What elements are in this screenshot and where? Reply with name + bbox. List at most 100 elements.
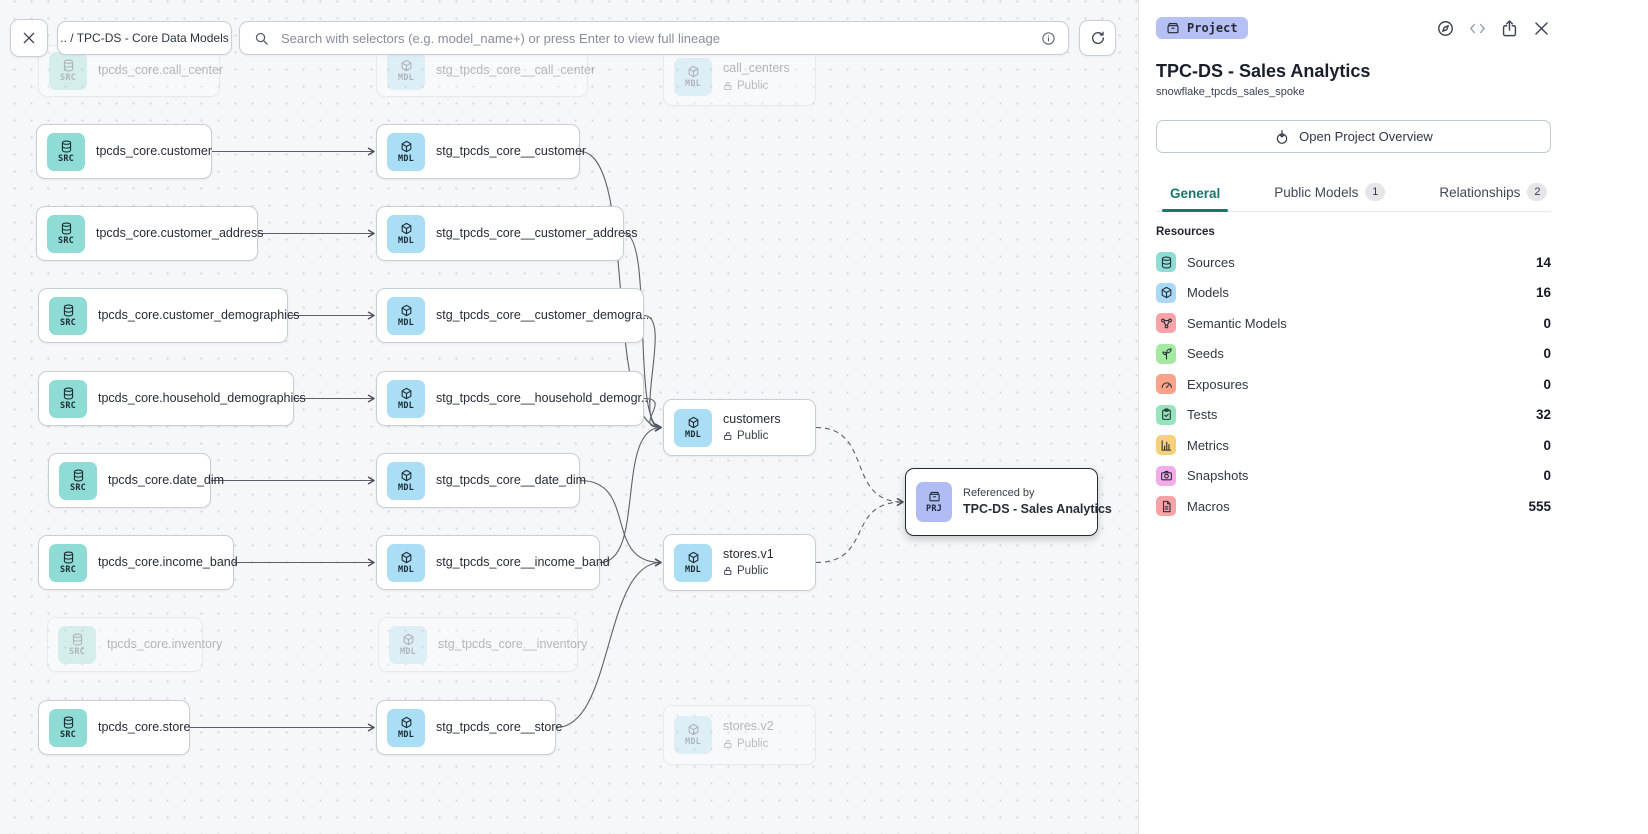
node-type-label: MDL [398,565,414,575]
resource-row-macros[interactable]: Macros 555 [1156,491,1551,522]
node-type-label: PRJ [926,504,942,514]
gauge-icon [1156,374,1176,394]
node-type-label: SRC [60,73,76,83]
close-panel-button[interactable] [1532,19,1551,38]
resource-count: 0 [1543,346,1551,361]
tab-public-models[interactable]: Public Models 1 [1260,177,1399,211]
lineage-node-pub_stores_v2[interactable]: MDL stores.v2 Public [663,705,816,765]
lock-open-icon [723,431,733,441]
cube-icon [687,723,700,736]
lineage-node-src_store[interactable]: SRC tpcds_core.store [38,700,190,755]
lineage-node-pub_customers[interactable]: MDL customers Public [663,399,816,456]
tab-relationships[interactable]: Relationships 2 [1425,177,1561,211]
resource-row-seeds[interactable]: Seeds 0 [1156,339,1551,370]
close-lineage-button[interactable] [10,19,48,57]
resource-row-tests[interactable]: Tests 32 [1156,400,1551,431]
resource-row-exposures[interactable]: Exposures 0 [1156,369,1551,400]
cube-icon [400,304,413,317]
node-title: stg_tpcds_core__household_demogr... [436,391,631,407]
resource-count: 0 [1543,316,1551,331]
database-icon [62,304,75,317]
lineage-node-src_customer[interactable]: SRC tpcds_core.customer [36,124,212,179]
breadcrumb[interactable]: .. / TPC-DS - Core Data Models [57,21,232,55]
open-overview-icon [1274,129,1290,145]
node-type-label: SRC [58,236,74,246]
node-title: stores.v1 [723,547,774,563]
project-details-panel: Project [1138,0,1648,834]
node-type-label: MDL [398,483,414,493]
node-title: call_centers [723,61,790,77]
resource-row-semantic-models[interactable]: Semantic Models 0 [1156,308,1551,339]
lineage-node-stg_customer_address[interactable]: MDL stg_tpcds_core__customer_address [376,206,624,261]
node-type-label: SRC [69,647,85,657]
node-title: tpcds_core.inventory [107,637,190,653]
cube-icon [400,387,413,400]
cube-icon [687,416,700,429]
database-icon [60,140,73,153]
resource-label: Semantic Models [1187,316,1287,331]
lineage-node-stg_income_band[interactable]: MDL stg_tpcds_core__income_band [376,535,600,590]
search-input[interactable] [279,30,1031,47]
resource-count: 14 [1536,255,1551,270]
resource-row-snapshots[interactable]: Snapshots 0 [1156,461,1551,492]
refresh-button[interactable] [1079,20,1116,56]
database-icon [71,633,84,646]
resource-row-models[interactable]: Models 16 [1156,278,1551,309]
node-title: tpcds_core.store [98,720,177,736]
lineage-node-src_customer_demographics[interactable]: SRC tpcds_core.customer_demographics [38,288,288,343]
share-button[interactable] [1500,19,1519,38]
database-icon [62,716,75,729]
resource-row-sources[interactable]: Sources 14 [1156,247,1551,278]
project-icon [928,490,941,503]
lineage-node-src_date_dim[interactable]: SRC tpcds_core.date_dim [48,453,211,508]
lineage-node-src_household_demographics[interactable]: SRC tpcds_core.household_demographics [38,371,294,426]
node-type-label: MDL [398,730,414,740]
lineage-node-stg_store[interactable]: MDL stg_tpcds_core__store [376,700,556,755]
open-project-overview-button[interactable]: Open Project Overview [1156,120,1551,153]
node-title: stg_tpcds_core__inventory [438,637,565,653]
node-title: tpcds_core.income_band [98,555,221,571]
node-type-label: MDL [398,154,414,164]
node-type-label: SRC [58,154,74,164]
page-title: TPC-DS - Sales Analytics [1156,61,1551,82]
node-type-label: MDL [685,737,701,747]
resource-row-metrics[interactable]: Metrics 0 [1156,430,1551,461]
code-view-button[interactable] [1468,19,1487,38]
lineage-node-prj_sales_analytics[interactable]: PRJ Referenced by TPC-DS - Sales Analyti… [905,468,1098,536]
node-title: tpcds_core.customer [96,144,199,160]
lineage-node-pub_stores_v1[interactable]: MDL stores.v1 Public [663,534,816,591]
lineage-node-src_customer_address[interactable]: SRC tpcds_core.customer_address [36,206,258,261]
tab-count-badge: 1 [1365,183,1385,201]
lineage-node-src_inventory[interactable]: SRC tpcds_core.inventory [47,617,203,672]
lineage-node-stg_customer[interactable]: MDL stg_tpcds_core__customer [376,124,580,179]
lineage-node-src_income_band[interactable]: SRC tpcds_core.income_band [38,535,234,590]
cube-icon [400,222,413,235]
lineage-node-stg_household_demographics[interactable]: MDL stg_tpcds_core__household_demogr... [376,371,644,426]
resource-label: Macros [1187,499,1230,514]
node-title: stg_tpcds_core__customer_address [436,226,611,242]
resource-label: Exposures [1187,377,1248,392]
lineage-node-pub_call_centers[interactable]: MDL call_centers Public [663,48,816,106]
node-title: tpcds_core.customer_address [96,226,245,242]
project-schema-subtitle: snowflake_tpcds_sales_spoke [1156,86,1551,98]
seedling-icon [1156,344,1176,364]
node-type-label: MDL [685,79,701,89]
search-box[interactable] [239,21,1069,55]
tab-general[interactable]: General [1156,180,1234,211]
resource-label: Models [1187,285,1229,300]
project-icon [1166,21,1180,35]
lineage-node-stg_customer_demographics[interactable]: MDL stg_tpcds_core__customer_demogra... [376,288,644,343]
node-access: Public [723,429,781,443]
resource-count: 0 [1543,438,1551,453]
lineage-node-stg_date_dim[interactable]: MDL stg_tpcds_core__date_dim [376,453,580,508]
lineage-node-stg_inventory[interactable]: MDL stg_tpcds_core__inventory [378,617,578,672]
lineage-canvas[interactable]: SRC tpcds_core.call_center MDL stg_tpcds… [0,0,1138,834]
clipboard-icon [1156,405,1176,425]
cube-icon [400,140,413,153]
info-icon[interactable] [1041,31,1056,46]
node-title: stores.v2 [723,719,774,735]
database-icon [1156,252,1176,272]
cube-icon [687,551,700,564]
explore-lens-button[interactable] [1436,19,1455,38]
resource-label: Sources [1187,255,1235,270]
